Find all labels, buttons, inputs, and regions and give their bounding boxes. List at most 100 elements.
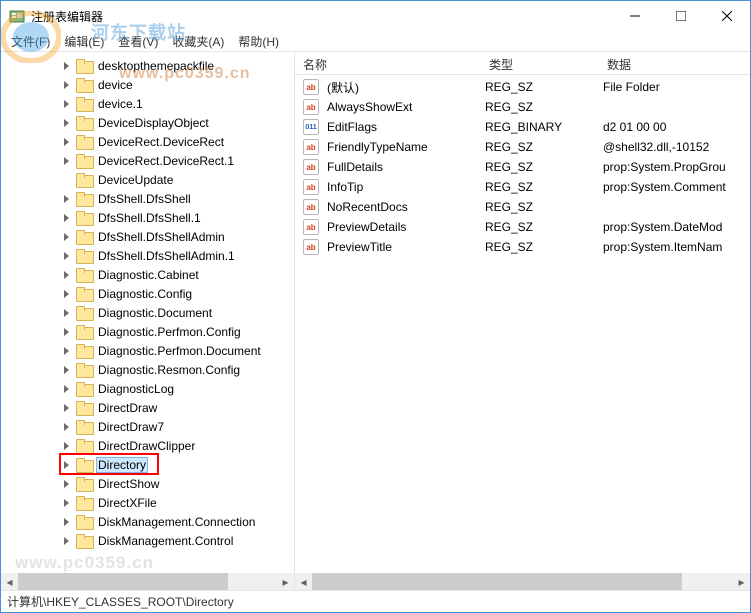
tree-item-directdraw7[interactable]: DirectDraw7: [1, 417, 294, 436]
tree-item-directory[interactable]: Directory: [1, 455, 294, 474]
tree-item-devicerect-devicerect-1[interactable]: DeviceRect.DeviceRect.1: [1, 151, 294, 170]
folder-icon: [76, 363, 92, 376]
tree-item-directdraw[interactable]: DirectDraw: [1, 398, 294, 417]
app-icon: [9, 8, 25, 24]
value-data: prop:System.DateMod: [599, 218, 749, 236]
scroll-right-button[interactable]: ▸: [733, 573, 750, 590]
values-list[interactable]: (默认)REG_SZFile FolderAlwaysShowExtREG_SZ…: [295, 75, 750, 257]
expand-icon[interactable]: [61, 288, 73, 300]
expand-icon[interactable]: [61, 440, 73, 452]
value-row[interactable]: InfoTipREG_SZprop:System.Comment: [295, 177, 750, 197]
expand-icon[interactable]: [61, 79, 73, 91]
expand-icon[interactable]: [61, 345, 73, 357]
menu-help[interactable]: 帮助(H): [232, 31, 285, 52]
close-button[interactable]: [704, 1, 750, 31]
string-value-icon: [303, 199, 319, 215]
tree-item-dfsshell-dfsshell[interactable]: DfsShell.DfsShell: [1, 189, 294, 208]
string-value-icon: [303, 79, 319, 95]
tree-item-devicedisplayobject[interactable]: DeviceDisplayObject: [1, 113, 294, 132]
tree-item-desktopthemepackfile[interactable]: desktopthemepackfile: [1, 56, 294, 75]
scroll-left-button[interactable]: ◂: [295, 573, 312, 590]
list-header: 名称 类型 数据: [295, 52, 750, 75]
tree-item-diskmanagement-connection[interactable]: DiskManagement.Connection: [1, 512, 294, 531]
window-controls: [612, 1, 750, 31]
value-row[interactable]: PreviewTitleREG_SZprop:System.ItemNam: [295, 237, 750, 257]
menu-edit[interactable]: 编辑(E): [58, 31, 110, 52]
tree-item-diagnostic-resmon-config[interactable]: Diagnostic.Resmon.Config: [1, 360, 294, 379]
menu-file[interactable]: 文件(F): [5, 31, 56, 52]
expand-icon[interactable]: [61, 326, 73, 338]
scroll-right-button[interactable]: ▸: [277, 573, 294, 590]
tree-item-devicerect-devicerect[interactable]: DeviceRect.DeviceRect: [1, 132, 294, 151]
expand-icon[interactable]: [61, 459, 73, 471]
list-hscrollbar[interactable]: ◂ ▸: [295, 573, 750, 590]
expand-icon[interactable]: [61, 136, 73, 148]
expand-icon[interactable]: [61, 155, 73, 167]
tree-item-dfsshell-dfsshelladmin[interactable]: DfsShell.DfsShellAdmin: [1, 227, 294, 246]
scroll-track[interactable]: [312, 573, 733, 590]
expand-icon[interactable]: [61, 231, 73, 243]
tree-item-diagnostic-config[interactable]: Diagnostic.Config: [1, 284, 294, 303]
tree-item-label: DirectDraw: [96, 400, 159, 416]
value-row[interactable]: PreviewDetailsREG_SZprop:System.DateMod: [295, 217, 750, 237]
folder-icon: [76, 211, 92, 224]
tree-item-dfsshell-dfsshelladmin-1[interactable]: DfsShell.DfsShellAdmin.1: [1, 246, 294, 265]
col-header-name[interactable]: 名称: [295, 52, 481, 74]
scroll-thumb[interactable]: [18, 573, 228, 590]
value-row[interactable]: FriendlyTypeNameREG_SZ@shell32.dll,-1015…: [295, 137, 750, 157]
tree-item-label: DirectDrawClipper: [96, 438, 197, 454]
scroll-left-button[interactable]: ◂: [1, 573, 18, 590]
expand-icon[interactable]: [61, 98, 73, 110]
expand-icon[interactable]: [61, 60, 73, 72]
minimize-button[interactable]: [612, 1, 658, 31]
tree-item-diagnostic-perfmon-config[interactable]: Diagnostic.Perfmon.Config: [1, 322, 294, 341]
value-row[interactable]: (默认)REG_SZFile Folder: [295, 77, 750, 97]
tree-item-label: device: [96, 77, 135, 93]
tree-item-deviceupdate[interactable]: DeviceUpdate: [1, 170, 294, 189]
tree-item-device-1[interactable]: device.1: [1, 94, 294, 113]
tree-item-diagnostic-document[interactable]: Diagnostic.Document: [1, 303, 294, 322]
expand-icon[interactable]: [61, 117, 73, 129]
expand-icon[interactable]: [61, 497, 73, 509]
menu-favorites[interactable]: 收藏夹(A): [166, 31, 230, 52]
value-row[interactable]: NoRecentDocsREG_SZ: [295, 197, 750, 217]
menu-view[interactable]: 查看(V): [112, 31, 164, 52]
scroll-track[interactable]: [18, 573, 277, 590]
expand-icon[interactable]: [61, 402, 73, 414]
value-row[interactable]: AlwaysShowExtREG_SZ: [295, 97, 750, 117]
tree-item-diskmanagement-control[interactable]: DiskManagement.Control: [1, 531, 294, 550]
expand-icon[interactable]: [61, 421, 73, 433]
expand-icon[interactable]: [61, 364, 73, 376]
expand-icon[interactable]: [61, 307, 73, 319]
expand-icon[interactable]: [61, 516, 73, 528]
value-row[interactable]: EditFlagsREG_BINARYd2 01 00 00: [295, 117, 750, 137]
expand-icon[interactable]: [61, 212, 73, 224]
value-type: REG_SZ: [481, 158, 599, 176]
expand-icon[interactable]: [61, 269, 73, 281]
expand-icon[interactable]: [61, 250, 73, 262]
folder-icon: [76, 420, 92, 433]
value-row[interactable]: FullDetailsREG_SZprop:System.PropGrou: [295, 157, 750, 177]
scroll-thumb[interactable]: [312, 573, 682, 590]
tree-item-directdrawclipper[interactable]: DirectDrawClipper: [1, 436, 294, 455]
expand-icon[interactable]: [61, 383, 73, 395]
registry-tree[interactable]: desktopthemepackfiledevicedevice.1Device…: [1, 52, 294, 574]
col-header-type[interactable]: 类型: [481, 52, 599, 74]
expand-icon[interactable]: [61, 535, 73, 547]
tree-hscrollbar[interactable]: ◂ ▸: [1, 573, 294, 590]
value-type: REG_BINARY: [481, 118, 599, 136]
tree-item-directxfile[interactable]: DirectXFile: [1, 493, 294, 512]
titlebar: 注册表编辑器: [1, 1, 750, 31]
tree-item-diagnosticlog[interactable]: DiagnosticLog: [1, 379, 294, 398]
tree-item-diagnostic-cabinet[interactable]: Diagnostic.Cabinet: [1, 265, 294, 284]
tree-item-directshow[interactable]: DirectShow: [1, 474, 294, 493]
tree-item-device[interactable]: device: [1, 75, 294, 94]
value-type: REG_SZ: [481, 138, 599, 156]
col-header-data[interactable]: 数据: [599, 52, 749, 74]
expand-icon[interactable]: [61, 193, 73, 205]
tree-item-dfsshell-dfsshell-1[interactable]: DfsShell.DfsShell.1: [1, 208, 294, 227]
tree-item-label: DfsShell.DfsShellAdmin: [96, 229, 227, 245]
tree-item-diagnostic-perfmon-document[interactable]: Diagnostic.Perfmon.Document: [1, 341, 294, 360]
maximize-button[interactable]: [658, 1, 704, 31]
expand-icon[interactable]: [61, 478, 73, 490]
